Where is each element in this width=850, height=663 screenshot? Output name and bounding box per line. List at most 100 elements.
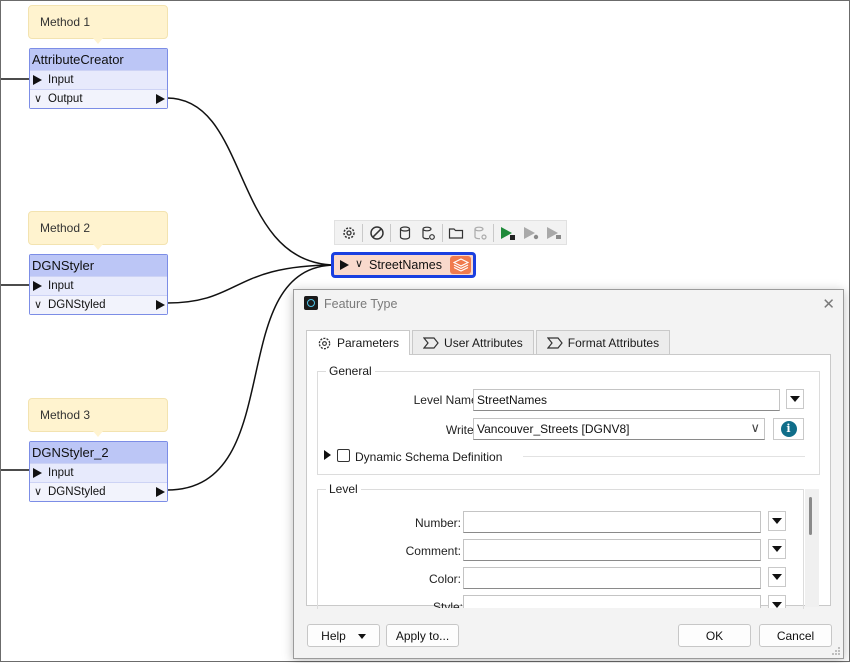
input-port-arrow-icon	[33, 468, 42, 478]
dialog-title-bar[interactable]: Feature Type ✕	[294, 290, 843, 318]
writer-select[interactable]: Vancouver_Streets [DGNV8] ∨	[473, 418, 765, 440]
comment-dropdown-button[interactable]	[768, 539, 786, 559]
toolbar-divider	[390, 223, 392, 242]
input-port[interactable]: Input	[30, 70, 167, 89]
number-input[interactable]	[463, 511, 761, 533]
writer-value: Vancouver_Streets [DGNV8]	[477, 422, 630, 436]
tab-label: Format Attributes	[567, 336, 660, 350]
annotation-method-3[interactable]: Method 3	[28, 398, 168, 437]
dynamic-schema-label: Dynamic Schema Definition	[355, 450, 503, 464]
dialog-title: Feature Type	[324, 297, 398, 311]
cache-settings-icon[interactable]	[417, 222, 440, 244]
run-from-this-icon[interactable]	[520, 222, 543, 244]
triangle-down-icon	[772, 602, 782, 608]
output-port[interactable]: ∨ DGNStyled	[30, 295, 167, 314]
cache-icon[interactable]	[393, 222, 416, 244]
comment-input[interactable]	[463, 539, 761, 561]
transformer-title: AttributeCreator	[30, 49, 167, 70]
level-name-label: Level Name:	[413, 393, 481, 407]
tab-user-attributes[interactable]: User Attributes	[412, 330, 534, 354]
tab-format-attributes[interactable]: Format Attributes	[535, 330, 671, 354]
resize-grip-icon[interactable]	[831, 646, 841, 656]
number-dropdown-button[interactable]	[768, 511, 786, 531]
apply-to-button[interactable]: Apply to...	[386, 624, 459, 647]
cancel-button[interactable]: Cancel	[759, 624, 832, 647]
layers-icon	[450, 256, 471, 274]
tab-parameters[interactable]: Parameters	[306, 330, 411, 355]
comment-label: Comment:	[405, 544, 461, 558]
style-label: Style:	[432, 600, 463, 608]
connection-attributecreator-output	[166, 97, 337, 266]
general-group: General Level Name: StreetNames Writer: …	[317, 364, 820, 475]
transformer-dgnstyler-2[interactable]: DGNStyler_2 Input ∨ DGNStyled	[29, 441, 168, 502]
color-input[interactable]	[463, 567, 761, 589]
feature-type-dialog: Feature Type ✕ Parameters User Attribute…	[293, 289, 844, 659]
annotation-text: Method 3	[40, 408, 91, 422]
chevron-down-icon[interactable]: ∨	[34, 298, 42, 311]
chevron-down-icon[interactable]: ∨	[34, 92, 42, 105]
help-label: Help	[321, 629, 346, 643]
group-label-general: General	[326, 364, 375, 378]
color-dropdown-button[interactable]	[768, 567, 786, 587]
scrollbar[interactable]	[805, 489, 819, 607]
style-input[interactable]	[463, 595, 761, 608]
info-icon: i	[780, 421, 797, 437]
output-port[interactable]: ∨ DGNStyled	[30, 482, 167, 501]
toolbar-divider	[441, 223, 443, 242]
feature-type-streetnames[interactable]: ∨ StreetNames	[331, 252, 476, 278]
close-icon[interactable]: ✕	[822, 295, 835, 313]
feature-type-toolbar	[334, 220, 567, 245]
workspace-canvas[interactable]: Method 1 Method 2 Method 3 AttributeCrea…	[0, 0, 850, 662]
triangle-down-icon	[772, 546, 782, 552]
output-port[interactable]: ∨ Output	[30, 89, 167, 108]
disable-icon[interactable]	[365, 222, 388, 244]
inspect-cache-icon[interactable]	[468, 222, 491, 244]
port-label: Input	[48, 74, 74, 86]
group-label-level: Level	[326, 482, 361, 496]
color-label: Color:	[428, 572, 461, 586]
input-port-arrow-icon[interactable]	[340, 260, 349, 270]
level-name-dropdown-button[interactable]	[786, 389, 804, 409]
output-port-arrow-icon[interactable]	[156, 94, 165, 104]
chevron-down-icon[interactable]: ∨	[355, 257, 363, 270]
writer-info-button[interactable]: i	[773, 418, 804, 440]
input-port[interactable]: Input	[30, 463, 167, 482]
transformer-dgnstyler[interactable]: DGNStyler Input ∨ DGNStyled	[29, 254, 168, 315]
open-folder-icon[interactable]	[445, 222, 468, 244]
app-logo-icon	[304, 296, 318, 310]
transformer-title: DGNStyler_2	[30, 442, 167, 463]
level-name-input[interactable]: StreetNames	[473, 389, 780, 411]
sigma-icon	[423, 337, 439, 349]
help-button[interactable]: Help	[307, 624, 380, 647]
triangle-down-icon	[357, 634, 366, 640]
ok-button[interactable]: OK	[678, 624, 751, 647]
apply-label: Apply to...	[395, 629, 450, 643]
expand-arrow-icon[interactable]	[324, 450, 331, 460]
run-to-this-icon[interactable]	[496, 222, 519, 244]
output-port-arrow-icon[interactable]	[156, 487, 165, 497]
dialog-tabs: Parameters User Attributes Format Attrib…	[306, 330, 672, 355]
scrollbar-thumb[interactable]	[809, 497, 812, 535]
run-just-this-icon[interactable]	[543, 222, 566, 244]
input-port[interactable]: Input	[30, 276, 167, 295]
level-group: Level Number: Comment: Color: Style:	[317, 482, 804, 609]
annotation-text: Method 1	[40, 15, 91, 29]
ok-label: OK	[705, 629, 724, 643]
annotation-text: Method 2	[40, 221, 91, 235]
cancel-label: Cancel	[776, 629, 815, 643]
input-port-arrow-icon	[33, 281, 42, 291]
port-label: Output	[48, 93, 83, 105]
gear-icon[interactable]	[337, 222, 360, 244]
chevron-down-icon[interactable]: ∨	[34, 485, 42, 498]
divider	[523, 456, 805, 457]
triangle-down-icon	[790, 396, 800, 402]
chevron-down-icon: ∨	[750, 420, 760, 435]
style-dropdown-button[interactable]	[768, 595, 786, 608]
output-port-arrow-icon[interactable]	[156, 300, 165, 310]
transformer-title: DGNStyler	[30, 255, 167, 276]
dynamic-schema-checkbox[interactable]	[337, 449, 350, 462]
transformer-attributecreator[interactable]: AttributeCreator Input ∨ Output	[29, 48, 168, 109]
annotation-method-2[interactable]: Method 2	[28, 211, 168, 250]
annotation-method-1[interactable]: Method 1	[28, 5, 168, 44]
number-label: Number:	[414, 516, 461, 530]
